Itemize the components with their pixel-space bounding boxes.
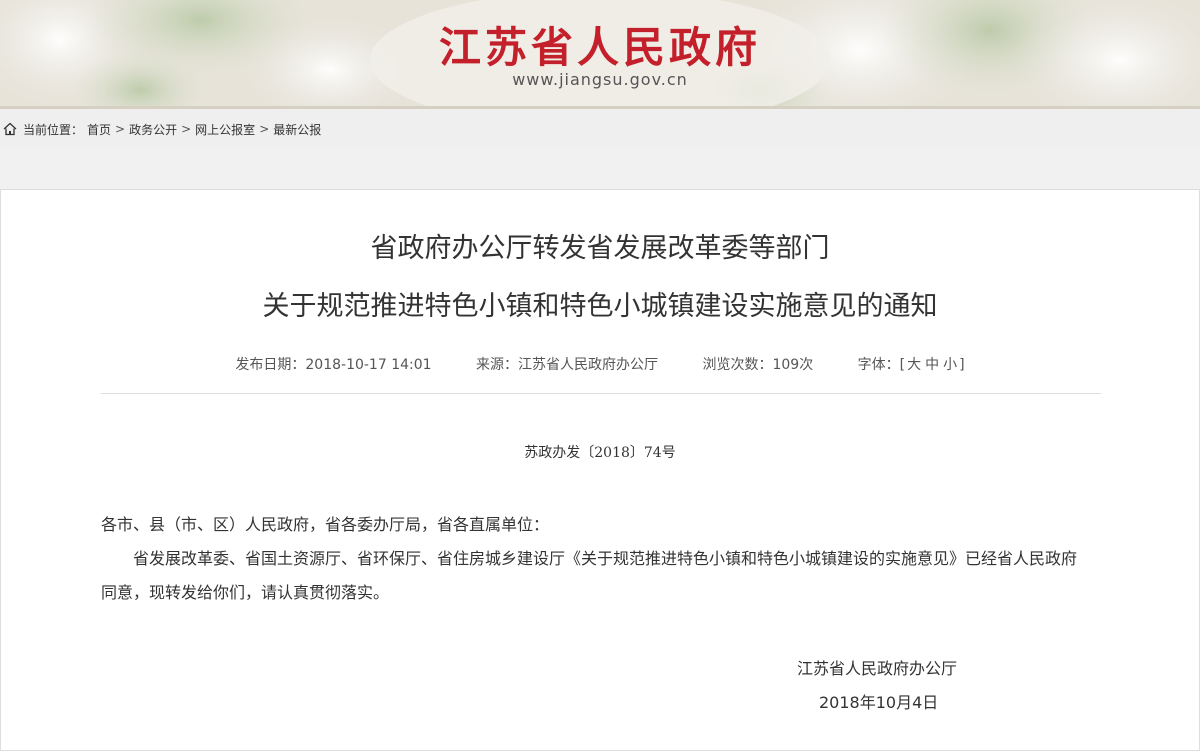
breadcrumb-item-home[interactable]: 首页 [87,121,111,138]
font-size-small-button[interactable]: 小 [943,357,957,373]
view-count: 浏览次数：109次 [702,357,814,373]
font-size-medium-button[interactable]: 中 [925,357,939,373]
breadcrumb-item-gov-affairs[interactable]: 政务公开 [129,121,177,138]
salutation: 各市、县（市、区）人民政府，省各委办厅局，省各直属单位： [101,515,550,534]
font-size-control: 字体：[大中小] [858,357,965,373]
article-title-line-1: 省政府办公厅转发省发展改革委等部门 [370,233,830,264]
article-title: 省政府办公厅转发省发展改革委等部门 关于规范推进特色小镇和特色小城镇建设实施意见… [1,220,1199,336]
document-number: 苏政办发〔2018〕74号 [524,445,676,461]
article-title-line-2: 关于规范推进特色小镇和特色小城镇建设实施意见的通知 [262,291,938,322]
breadcrumb-item-latest-gazette[interactable]: 最新公报 [273,121,321,138]
font-size-bracket-close: ] [959,357,965,373]
breadcrumb: 当前位置： 首页 > 政务公开 > 网上公报室 > 最新公报 [0,109,1200,149]
site-title[interactable]: 江苏省人民政府 [0,14,1200,75]
home-icon [3,122,17,136]
meta-divider [101,393,1101,394]
breadcrumb-separator: > [115,122,126,136]
breadcrumb-separator: > [259,122,270,136]
font-size-large-button[interactable]: 大 [907,357,921,373]
article-body: 各市、县（市、区）人民政府，省各委办厅局，省各直属单位： 省发展改革委、省国土资… [101,508,1091,610]
publish-date: 发布日期：2018-10-17 14:01 [235,357,432,373]
site-url[interactable]: www.jiangsu.gov.cn [0,70,1200,89]
font-size-label: 字体：[ [857,357,906,373]
issuing-office: 江苏省人民政府办公厅 [797,659,958,678]
issue-date: 2018年10月4日 [819,693,939,712]
article-source: 来源：江苏省人民政府办公厅 [476,357,659,373]
body-paragraph: 省发展改革委、省国土资源厅、省环保厅、省住房城乡建设厅《关于规范推进特色小镇和特… [101,549,1078,602]
article-meta: 发布日期：2018-10-17 14:01 来源：江苏省人民政府办公厅 浏览次数… [1,354,1199,374]
breadcrumb-separator: > [181,122,192,136]
breadcrumb-item-gazette-office[interactable]: 网上公报室 [195,121,255,138]
article-panel: 省政府办公厅转发省发展改革委等部门 关于规范推进特色小镇和特色小城镇建设实施意见… [0,189,1200,751]
site-header: 江苏省人民政府 www.jiangsu.gov.cn [0,0,1200,109]
breadcrumb-label: 当前位置： [23,122,84,137]
